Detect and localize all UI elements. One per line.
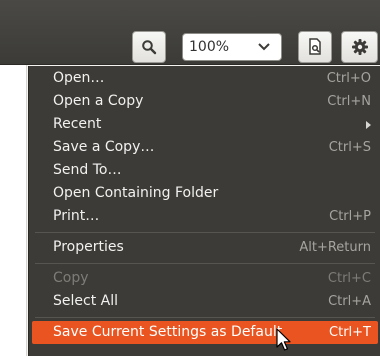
mouse-pointer-icon [276, 328, 291, 351]
menu-item-open-containing-folder[interactable]: Open Containing Folder [29, 182, 380, 205]
chevron-down-icon [258, 43, 270, 51]
menu-item-shortcut: Ctrl+N [327, 94, 371, 109]
document-properties-button[interactable] [298, 31, 332, 63]
menu-item-save-current-settings-default[interactable]: Save Current Settings as Default Ctrl+T [32, 321, 378, 344]
menu-item-recent[interactable]: Recent [29, 113, 380, 136]
menu-separator [35, 317, 375, 318]
menu-item-send-to[interactable]: Send To… [29, 159, 380, 182]
menu-item-shortcut: Ctrl+C [327, 271, 371, 286]
menu-item-label: Recent [53, 116, 102, 132]
menu-item-shortcut: Ctrl+P [329, 209, 371, 224]
menu-separator [35, 263, 375, 264]
menu-item-label: Select All [53, 293, 118, 309]
zoom-select[interactable]: 100% [182, 33, 282, 61]
menu-item-open[interactable]: Open… Ctrl+O [29, 67, 380, 90]
menu-item-select-all[interactable]: Select All Ctrl+A [29, 290, 380, 313]
settings-menu: Open… Ctrl+O Open a Copy Ctrl+N Recent S… [28, 66, 380, 356]
menu-item-label: Open Containing Folder [53, 185, 219, 201]
toolbar: 100% [0, 0, 380, 65]
menu-item-save-copy[interactable]: Save a Copy… Ctrl+S [29, 136, 380, 159]
menu-item-print[interactable]: Print… Ctrl+P [29, 205, 380, 228]
search-button[interactable] [132, 31, 166, 63]
menu-item-open-copy[interactable]: Open a Copy Ctrl+N [29, 90, 380, 113]
menu-item-copy: Copy Ctrl+C [29, 267, 380, 290]
gear-icon [351, 39, 368, 55]
zoom-value: 100% [189, 39, 230, 55]
menu-item-label: Copy [53, 270, 89, 286]
menu-item-shortcut: Ctrl+T [329, 325, 371, 340]
menu-item-shortcut: Ctrl+S [328, 140, 371, 155]
menu-item-label: Open… [53, 70, 105, 86]
menu-item-label: Save a Copy… [53, 139, 155, 155]
document-properties-icon [309, 38, 321, 55]
menu-item-label: Print… [53, 208, 100, 224]
menu-item-shortcut: Ctrl+O [326, 71, 371, 86]
menu-item-shortcut: Alt+Return [299, 240, 371, 255]
submenu-arrow-icon [366, 121, 371, 129]
menu-item-properties[interactable]: Properties Alt+Return [29, 236, 380, 259]
search-icon [142, 40, 157, 55]
document-page [0, 65, 27, 356]
menu-separator [35, 232, 375, 233]
menu-item-label: Open a Copy [53, 93, 144, 109]
menu-item-label: Send To… [53, 162, 122, 178]
menu-item-label: Save Current Settings as Default [53, 324, 283, 340]
menu-item-label: Properties [53, 239, 124, 255]
settings-menu-button[interactable] [341, 31, 378, 63]
menu-item-shortcut: Ctrl+A [328, 294, 371, 309]
